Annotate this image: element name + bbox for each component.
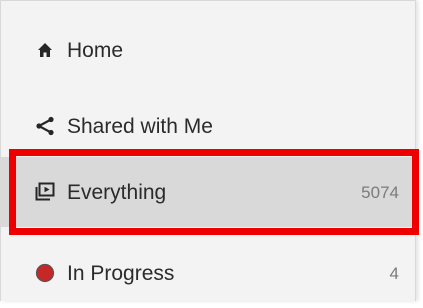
sidebar-item-label: Home [67,38,124,62]
sidebar-item-shared-with-me[interactable]: Shared with Me [1,91,415,161]
sidebar-item-label: In Progress [67,261,175,285]
home-icon [35,40,55,60]
sidebar-nav: Home Shared with Me Everything 5074 In P… [0,0,416,301]
sidebar-item-label: Shared with Me [67,114,213,138]
media-library-icon [35,182,55,202]
sidebar-item-everything[interactable]: Everything 5074 [1,157,415,227]
sidebar-item-label: Everything [67,180,167,204]
sidebar-item-home[interactable]: Home [1,15,415,85]
red-circle-icon [35,263,55,283]
item-count: 5074 [361,182,399,202]
share-icon [35,116,55,136]
item-count: 4 [389,263,399,283]
sidebar-item-in-progress[interactable]: In Progress 4 [1,238,415,308]
